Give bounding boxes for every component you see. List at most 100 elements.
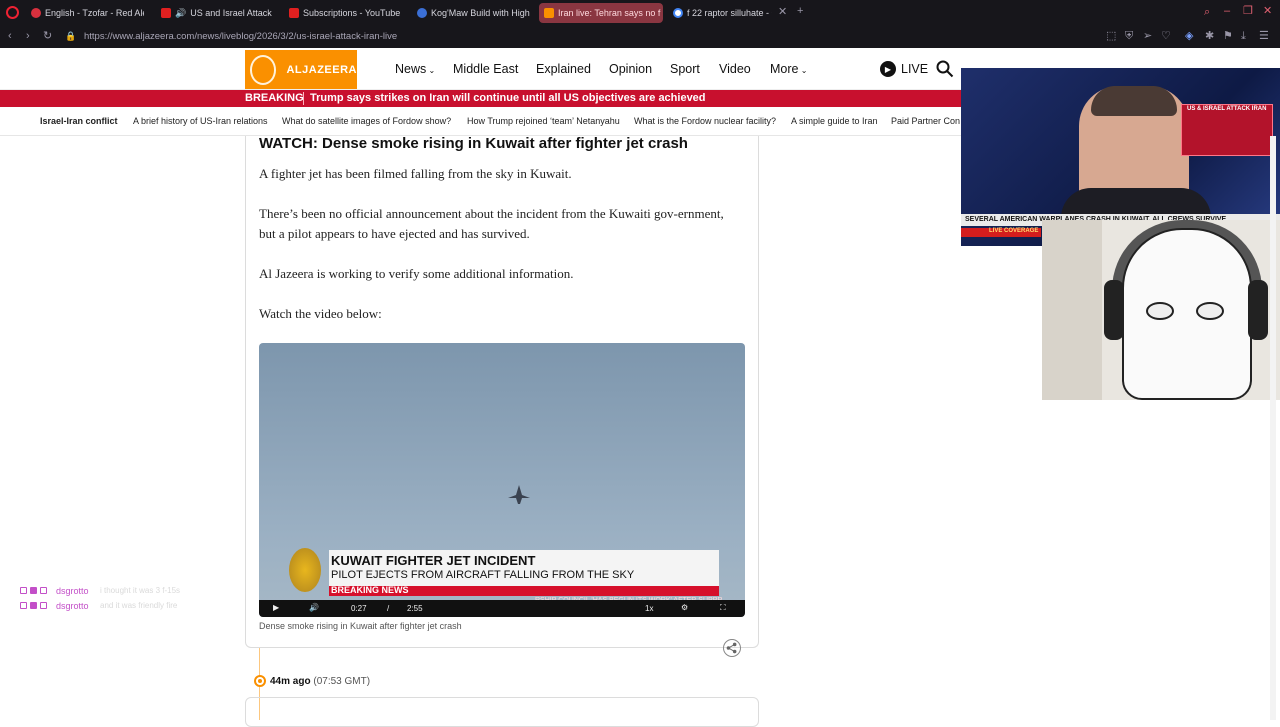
- subnav-trump-netanyahu[interactable]: How Trump rejoined ‘team’ Netanyahu: [467, 116, 620, 126]
- avatar-eye-left: [1146, 302, 1174, 320]
- playback-speed[interactable]: 1x: [645, 604, 653, 613]
- live-button[interactable]: ▶ LIVE: [880, 61, 928, 77]
- tab-us-israel-attack[interactable]: 🔊 US and Israel Attack Ir: [156, 3, 274, 23]
- subscriber-badge-icon: [20, 602, 27, 609]
- post-timestamp: 44m ago (07:53 GMT): [270, 676, 371, 687]
- post-paragraph: A fighter jet has been filmed falling fr…: [259, 166, 572, 181]
- site-favicon-icon: [417, 8, 427, 18]
- post-paragraph: There’s been no official announcement ab…: [259, 206, 724, 241]
- aljazeera-logo-mark-icon: [250, 54, 277, 85]
- page-scrollbar[interactable]: [1270, 136, 1276, 720]
- nav-middle-east[interactable]: Middle East: [453, 62, 518, 76]
- aljazeera-watermark-icon: [289, 548, 321, 592]
- headset-left-icon: [1104, 280, 1124, 340]
- duration: 2:55: [407, 604, 423, 613]
- nav-sport[interactable]: Sport: [670, 62, 700, 76]
- subnav-fordow-satellite[interactable]: What do satellite images of Fordow show?: [282, 116, 451, 126]
- tab-title: English - Tzofar - Red Alert: [45, 8, 144, 18]
- tab-title: US and Israel Attack Ir: [190, 8, 274, 18]
- subnav-paid-partner[interactable]: Paid Partner Con: [891, 116, 960, 126]
- download-icon[interactable]: ⤓: [1241, 31, 1246, 42]
- search-icon[interactable]: [936, 60, 954, 78]
- avatar-eye-right: [1196, 302, 1224, 320]
- chat-username: dsgrotto: [56, 585, 89, 596]
- tab-google-search[interactable]: f 22 raptor silluhate - G: [668, 3, 772, 23]
- nav-news[interactable]: News ⌄: [395, 62, 435, 76]
- lower-third-title: KUWAIT FIGHTER JET INCIDENT: [331, 553, 536, 568]
- live-label: LIVE: [901, 62, 929, 76]
- chat-badge-icon: [40, 587, 47, 594]
- post-paragraph: Al Jazeera is working to verify some add…: [259, 266, 574, 281]
- video-breaking-label: BREAKING NEWS: [331, 585, 409, 595]
- shield-icon[interactable]: ⛨: [1125, 31, 1133, 42]
- opera-menu-icon[interactable]: [6, 6, 19, 19]
- new-tab-icon[interactable]: +: [797, 6, 803, 17]
- timeline-dot-icon: [254, 675, 266, 687]
- chat-username: dsgrotto: [56, 600, 89, 611]
- chevron-down-icon: ⌄: [798, 66, 808, 75]
- headset-right-icon: [1248, 280, 1268, 340]
- chat-message: dsgrotto and it was friendly fire: [20, 601, 177, 611]
- aljazeera-favicon-icon: [544, 8, 554, 18]
- subnav-israel-iran-conflict[interactable]: Israel-Iran conflict: [40, 116, 118, 126]
- tab-title: Subscriptions - YouTube: [303, 8, 401, 18]
- back-icon[interactable]: ‹: [8, 31, 12, 42]
- minimize-icon[interactable]: –: [1224, 6, 1230, 17]
- restore-icon[interactable]: ❐: [1243, 6, 1253, 17]
- fighter-jet-image: [508, 485, 530, 504]
- next-liveblog-card: [245, 697, 759, 727]
- sub-gift-badge-icon: [30, 587, 37, 594]
- nav-video[interactable]: Video: [719, 62, 751, 76]
- play-icon: ▶: [880, 61, 896, 77]
- tab-aljazeera[interactable]: Iran live: Tehran says no f: [539, 3, 663, 23]
- volume-icon[interactable]: 🔊: [309, 603, 319, 612]
- tzofar-favicon-icon: [31, 8, 41, 18]
- heart-icon[interactable]: ♡: [1161, 31, 1171, 42]
- avatar-face: [1122, 228, 1252, 400]
- settings-icon[interactable]: ⚙: [681, 603, 688, 612]
- tab-search-icon[interactable]: ⌕: [1204, 7, 1210, 18]
- wallet-icon[interactable]: ◈: [1185, 31, 1193, 42]
- browser-tab-bar: English - Tzofar - Red Alert 🔊 US and Is…: [0, 0, 1280, 26]
- divider: [303, 92, 304, 105]
- breaking-headline[interactable]: Trump says strikes on Iran will continue…: [310, 92, 706, 104]
- tab-tzofar[interactable]: English - Tzofar - Red Alert: [26, 3, 144, 23]
- snapshot-icon[interactable]: ⬚: [1106, 31, 1116, 42]
- nav-explained[interactable]: Explained: [536, 62, 591, 76]
- tab-title: f 22 raptor silluhate - G: [687, 8, 772, 18]
- google-favicon-icon: [673, 8, 683, 18]
- logo-text: ALJAZEERA: [286, 63, 357, 76]
- extensions-icon[interactable]: ✱: [1205, 31, 1214, 42]
- aljazeera-logo[interactable]: ALJAZEERA: [245, 50, 357, 89]
- subnav-history-us-iran[interactable]: A brief history of US-Iran relations: [133, 116, 268, 126]
- nav-more[interactable]: More ⌄: [770, 62, 807, 76]
- vpn-icon[interactable]: ⚑: [1223, 31, 1233, 42]
- chat-text: i thought it was 3 f-15s: [100, 586, 181, 595]
- url-input[interactable]: https://www.aljazeera.com/news/liveblog/…: [84, 31, 397, 42]
- forward-icon[interactable]: ›: [26, 31, 30, 42]
- tab-subscriptions[interactable]: Subscriptions - YouTube: [284, 3, 404, 23]
- time-separator: /: [387, 604, 390, 613]
- subnav-guide-to-iran[interactable]: A simple guide to Iran: [791, 116, 878, 126]
- video-controls: ▶ 🔊 0:27 / 2:55 1x ⚙ ⛶: [259, 600, 745, 617]
- window-close-icon[interactable]: ✕: [1263, 6, 1272, 17]
- post-headline: WATCH: Dense smoke rising in Kuwait afte…: [259, 135, 688, 152]
- post-paragraph: Watch the video below:: [259, 306, 382, 321]
- video-player[interactable]: KUWAIT FIGHTER JET INCIDENT PILOT EJECTS…: [259, 343, 745, 617]
- share-icon[interactable]: [723, 639, 741, 657]
- chat-badge-icon: [40, 602, 47, 609]
- easy-setup-icon[interactable]: ☰: [1259, 31, 1269, 42]
- reload-icon[interactable]: ↻: [43, 31, 52, 42]
- lock-icon: 🔒: [65, 31, 77, 41]
- nav-opinion[interactable]: Opinion: [609, 62, 652, 76]
- youtube-favicon-icon: [161, 8, 171, 18]
- breaking-label: BREAKING: [245, 92, 304, 104]
- video-caption: Dense smoke rising in Kuwait after fight…: [259, 621, 462, 631]
- tab-kogmaw[interactable]: Kog'Maw Build with Highe: [412, 3, 530, 23]
- play-icon[interactable]: ▶: [273, 603, 279, 612]
- tab-title: Iran live: Tehran says no f: [558, 8, 661, 18]
- fullscreen-icon[interactable]: ⛶: [720, 603, 726, 613]
- subnav-fordow-facility[interactable]: What is the Fordow nuclear facility?: [634, 116, 776, 126]
- close-tab-icon[interactable]: ✕: [778, 7, 787, 18]
- send-icon[interactable]: ➢: [1143, 31, 1152, 42]
